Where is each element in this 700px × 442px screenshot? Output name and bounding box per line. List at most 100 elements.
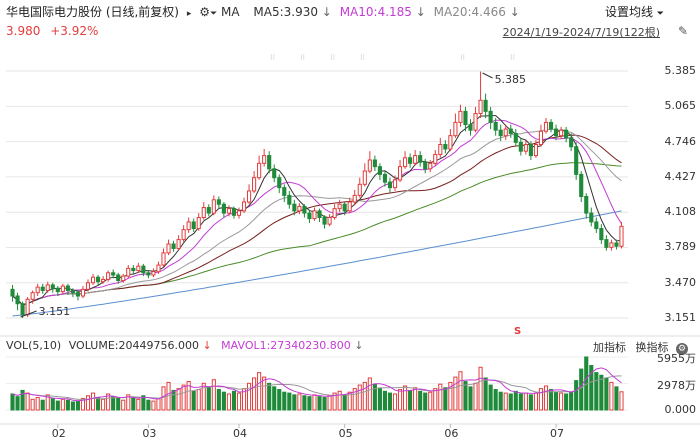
candle bbox=[75, 292, 81, 297]
candle bbox=[50, 284, 55, 289]
volume-bar bbox=[40, 399, 45, 411]
candle bbox=[523, 144, 528, 152]
high-annotation: 5.385 bbox=[495, 73, 526, 86]
volume-bar bbox=[468, 386, 473, 411]
candle bbox=[191, 221, 196, 230]
volume-bar bbox=[116, 397, 121, 411]
add-indicator-button[interactable]: 加指标 bbox=[593, 341, 626, 354]
volume-bar bbox=[408, 389, 413, 411]
volume-bar bbox=[30, 398, 35, 411]
volume-bar bbox=[287, 392, 292, 411]
volume-bar bbox=[614, 386, 619, 411]
candle bbox=[342, 203, 347, 212]
volume-bar bbox=[136, 398, 141, 411]
volume-bar bbox=[111, 396, 116, 411]
volume-bar bbox=[443, 387, 448, 411]
candle bbox=[352, 194, 357, 203]
candle bbox=[372, 159, 377, 168]
candle bbox=[443, 144, 448, 150]
volume-bar bbox=[508, 393, 513, 411]
candle bbox=[196, 216, 201, 230]
candle bbox=[483, 99, 488, 112]
volume-bar bbox=[317, 396, 322, 411]
candle bbox=[206, 207, 211, 214]
candle bbox=[151, 271, 156, 276]
volume-bar bbox=[60, 398, 65, 411]
volume-bar bbox=[96, 397, 101, 411]
volume-bar bbox=[322, 397, 327, 411]
vol-tick-label: 0.000 bbox=[664, 403, 697, 416]
volume-bar bbox=[176, 388, 181, 411]
volume-bar bbox=[357, 384, 362, 411]
volume-bar bbox=[297, 393, 302, 411]
volume-bar bbox=[226, 393, 231, 411]
candle bbox=[181, 229, 186, 241]
candle bbox=[65, 285, 70, 291]
candle bbox=[25, 298, 30, 316]
candle bbox=[166, 243, 171, 254]
volume-bar bbox=[387, 392, 393, 411]
candle bbox=[408, 157, 413, 164]
mavol-arrow-icon: ↓ bbox=[354, 339, 364, 352]
candle bbox=[413, 155, 418, 164]
volume-bar bbox=[377, 388, 382, 411]
vol-tick-label: 2978万 bbox=[657, 378, 696, 392]
candle bbox=[90, 276, 96, 284]
volume-bar bbox=[302, 395, 307, 411]
candle bbox=[176, 239, 181, 249]
candle bbox=[287, 194, 292, 205]
volume-bar bbox=[70, 401, 75, 411]
candle bbox=[221, 203, 226, 214]
candle bbox=[121, 275, 126, 282]
volume-bar bbox=[392, 393, 398, 411]
candle bbox=[473, 113, 478, 131]
candle bbox=[362, 170, 367, 185]
x-tick-label: 02 bbox=[51, 427, 66, 440]
x-tick-label: 05 bbox=[338, 427, 353, 440]
candle bbox=[569, 137, 574, 148]
event-marker: ⁝⁝ bbox=[360, 53, 365, 62]
candlestick-chart[interactable]: 5.385 3.151 ⁝⁝ ⁝⁝ ⁝⁝ ⁝⁝ ⁝⁝ ⁝⁝ S bbox=[0, 0, 700, 442]
y-tick-label: 4.746 bbox=[664, 134, 697, 148]
volume-bar bbox=[523, 392, 528, 411]
volume-bar bbox=[257, 372, 262, 411]
candle bbox=[60, 285, 65, 293]
volume-bar bbox=[594, 372, 599, 411]
candle bbox=[559, 129, 564, 137]
candle bbox=[548, 121, 554, 130]
volume-bar bbox=[513, 390, 518, 411]
candle bbox=[553, 128, 559, 137]
x-tick-label: 04 bbox=[232, 427, 247, 440]
candle bbox=[161, 252, 166, 266]
volume-bar bbox=[413, 387, 418, 411]
candle bbox=[30, 292, 35, 300]
volume-arrow-icon: ↓ bbox=[202, 339, 212, 352]
candle bbox=[528, 144, 533, 157]
volume-bar bbox=[146, 399, 151, 411]
candle bbox=[45, 284, 50, 291]
candle bbox=[503, 128, 508, 137]
volume-bar bbox=[418, 390, 423, 411]
volume-bar bbox=[262, 376, 267, 411]
candle bbox=[186, 221, 191, 231]
volume-bar bbox=[478, 366, 483, 411]
candle bbox=[20, 303, 25, 316]
volume-bar bbox=[483, 377, 488, 411]
candle bbox=[312, 210, 317, 220]
candle bbox=[367, 159, 372, 172]
volume-bar bbox=[196, 389, 201, 411]
candle bbox=[488, 110, 493, 123]
candle bbox=[478, 99, 483, 115]
volume-bar bbox=[458, 371, 463, 411]
candle bbox=[156, 264, 161, 273]
candle bbox=[377, 166, 382, 175]
candle bbox=[543, 121, 549, 132]
volume-bar bbox=[337, 390, 342, 411]
volume-bar bbox=[231, 390, 237, 411]
volume-bar bbox=[211, 379, 216, 411]
candle bbox=[594, 221, 599, 230]
volume-bar bbox=[90, 392, 96, 411]
volume-header: VOL(5,10) VOLUME:20449756.000 ↓ MAVOL1:2… bbox=[6, 339, 364, 352]
candle bbox=[106, 272, 111, 280]
candle bbox=[267, 155, 272, 170]
